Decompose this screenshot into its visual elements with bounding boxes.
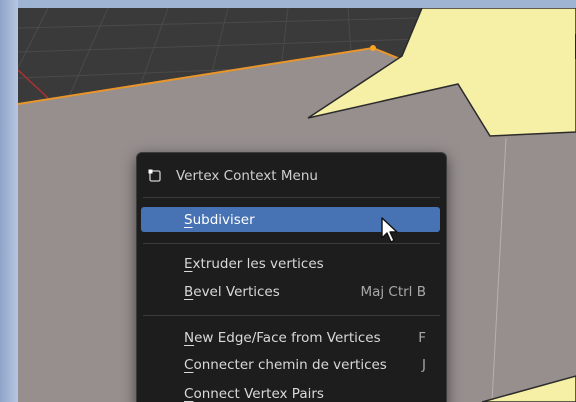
menu-item-label: xtruder les vertices xyxy=(192,255,324,272)
menu-item-extrude-vertices[interactable]: Extruder les vertices xyxy=(141,251,440,276)
menu-item-hotkey-letter: N xyxy=(184,329,195,346)
menu-item-label: ubdiviser xyxy=(192,211,255,228)
menu-item-connect-vertex-pairs[interactable]: Connect Vertex Pairs xyxy=(141,381,440,402)
mouse-cursor-icon xyxy=(381,217,398,243)
menu-header: Vertex Context Menu xyxy=(137,153,446,199)
menu-item-shortcut: Maj Ctrl B xyxy=(360,283,426,300)
menu-divider xyxy=(143,315,440,316)
menu-divider xyxy=(143,197,440,198)
menu-item-shortcut: J xyxy=(422,356,426,373)
menu-item-label: ew Edge/Face from Vertices xyxy=(194,329,381,346)
menu-item-hotkey-letter: C xyxy=(184,385,194,402)
menu-title: Vertex Context Menu xyxy=(176,168,318,184)
menu-item-label: onnecter chemin de vertices xyxy=(193,356,387,373)
menu-item-shortcut: F xyxy=(418,329,426,346)
callout-text: E xyxy=(572,28,576,68)
menu-item-hotkey-letter: E xyxy=(184,255,193,272)
menu-item-connect-vertex-path[interactable]: Connecter chemin de vertices J xyxy=(141,352,440,377)
menu-item-label: evel Vertices xyxy=(193,283,280,300)
window-border xyxy=(0,0,18,402)
menu-item-hotkey-letter: S xyxy=(184,211,193,228)
vertex-mode-icon xyxy=(147,168,163,184)
menu-item-hotkey-letter: B xyxy=(184,283,194,300)
menu-item-hotkey-letter: C xyxy=(184,356,194,373)
menu-item-label: onnect Vertex Pairs xyxy=(193,385,324,402)
screenshot-frame: E Vertex Context Menu Subdiviser Extrude… xyxy=(0,0,576,402)
menu-item-new-edge-face[interactable]: New Edge/Face from Vertices F xyxy=(141,325,440,350)
menu-item-bevel-vertices[interactable]: Bevel Vertices Maj Ctrl B xyxy=(141,279,440,304)
vertex-context-menu: Vertex Context Menu Subdiviser Extruder … xyxy=(136,152,447,402)
